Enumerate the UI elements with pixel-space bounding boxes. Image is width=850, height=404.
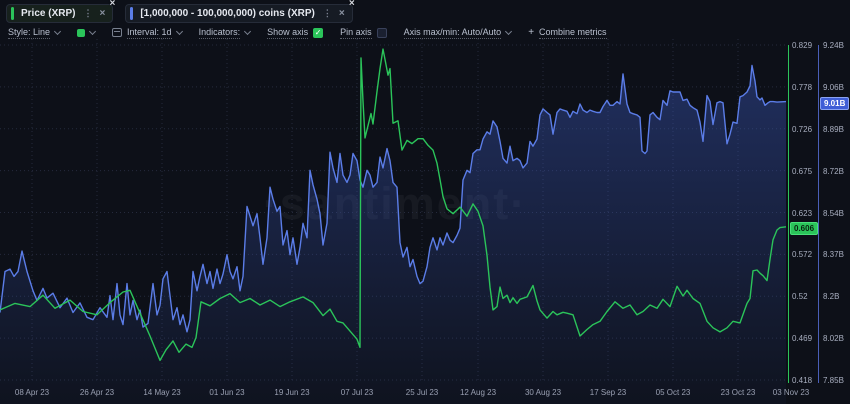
price-axis-tick: 0.469 <box>792 334 813 344</box>
close-icon[interactable]: × <box>99 8 105 19</box>
x-axis-tick: 30 Aug 23 <box>524 388 562 397</box>
supply-axis-tick: 8.89B <box>823 124 844 134</box>
combine-metrics-button[interactable]: + Combine metrics <box>528 26 607 39</box>
price-axis-tick: 0.623 <box>792 208 813 218</box>
show-axis-label: Show axis <box>267 26 309 39</box>
kebab-menu-icon[interactable]: ⋮ <box>83 8 92 19</box>
x-axis-tick: 01 Jun 23 <box>209 388 245 397</box>
color-swatch <box>77 28 86 37</box>
interval-dropdown-label: Interval: 1d <box>127 26 172 39</box>
metric-chip-supply-coins-xrp[interactable]: [1,000,000 - 100,000,000) coins (XRP) ⋮ … <box>125 0 355 23</box>
supply-axis-tick: 9.24B <box>823 41 844 50</box>
x-axis-tick: 12 Aug 23 <box>459 388 497 397</box>
supply-axis-tick: 8.2B <box>823 292 840 302</box>
metric-chips-row: Price (XRP) ⋮ × × [1,000,000 - 100,000,0… <box>6 0 355 23</box>
chevron-down-icon <box>88 27 97 35</box>
price-axis-tick: 0.572 <box>792 250 813 260</box>
interval-dropdown[interactable]: Interval: 1d <box>112 26 183 39</box>
supply-axis-tick: 7.85B <box>823 376 844 385</box>
metric-chip-label: [1,000,000 - 100,000,000) coins (XRP) <box>140 8 315 19</box>
supply-last-value-badge: 9.01B <box>820 96 850 111</box>
x-axis-tick: 14 May 23 <box>143 388 181 397</box>
x-axis-tick: 05 Oct 23 <box>655 388 691 397</box>
chevron-down-icon <box>505 27 513 35</box>
supply-axis-tick: 9.06B <box>823 82 844 92</box>
close-icon[interactable]: × <box>339 8 345 19</box>
metric-chip-price-xrp[interactable]: Price (XRP) ⋮ × × <box>6 0 115 23</box>
price-axis-tick: 0.778 <box>792 82 813 92</box>
pin-axis-toggle[interactable]: Pin axis <box>340 27 387 39</box>
chart-workspace: ·santiment· 0.8290.7780.7260.6750.6230.5… <box>0 0 850 404</box>
price-last-value-badge: 0.606 <box>790 221 819 236</box>
indicators-dropdown-label: Indicators: <box>198 26 241 39</box>
x-axis-tick: 23 Oct 23 <box>720 388 756 397</box>
color-picker-dropdown[interactable] <box>77 27 97 37</box>
metric-color-bar <box>11 7 14 20</box>
axis-maxmin-dropdown[interactable]: Axis max/min: Auto/Auto <box>403 26 513 39</box>
chart-toolbar: Style: Line Interval: 1d Indicators: Sho… <box>8 26 850 39</box>
price-axis-tick: 0.675 <box>792 166 813 176</box>
price-axis-tick: 0.726 <box>792 124 813 134</box>
x-axis-tick: 26 Apr 23 <box>79 388 115 397</box>
metric-color-bar <box>130 7 134 20</box>
pin-axis-checkbox[interactable] <box>376 27 387 38</box>
x-axis-tick: 03 Nov 23 <box>772 388 810 397</box>
x-axis-tick: 08 Apr 23 <box>14 388 50 397</box>
calendar-icon <box>112 28 123 37</box>
axis-maxmin-label: Axis max/min: Auto/Auto <box>403 26 502 39</box>
price-axis-tick: 0.52 <box>792 292 808 302</box>
supply-axis-tick: 8.02B <box>823 334 844 344</box>
supply-axis-tick: 8.37B <box>823 250 844 260</box>
indicators-dropdown[interactable]: Indicators: <box>198 26 252 39</box>
chevron-down-icon <box>53 27 62 35</box>
remove-metric-icon[interactable]: × <box>109 0 115 9</box>
price-axis-tick: 0.418 <box>792 376 813 385</box>
remove-metric-icon[interactable]: × <box>349 0 355 9</box>
x-axis-tick: 17 Sep 23 <box>589 388 627 397</box>
chart-canvas[interactable] <box>0 0 850 404</box>
supply-axis-tick: 8.54B <box>823 208 844 218</box>
chevron-down-icon <box>175 27 183 35</box>
supply-axis-tick: 8.72B <box>823 166 844 176</box>
pin-axis-label: Pin axis <box>340 26 372 39</box>
combine-metrics-label: Combine metrics <box>539 26 607 39</box>
show-axis-toggle[interactable]: Show axis ✓ <box>267 26 324 39</box>
x-axis-tick: 19 Jun 23 <box>274 388 310 397</box>
kebab-menu-icon[interactable]: ⋮ <box>323 8 332 19</box>
style-dropdown-label: Style: Line <box>8 26 51 39</box>
x-axis-tick: 25 Jul 23 <box>405 388 439 397</box>
price-axis-tick: 0.829 <box>792 41 813 50</box>
plus-icon: + <box>528 27 535 38</box>
style-dropdown[interactable]: Style: Line <box>8 26 62 39</box>
chevron-down-icon <box>244 27 252 35</box>
metric-chip-label: Price (XRP) <box>21 8 76 19</box>
show-axis-checkbox[interactable]: ✓ <box>313 27 324 38</box>
x-axis-tick: 07 Jul 23 <box>340 388 374 397</box>
